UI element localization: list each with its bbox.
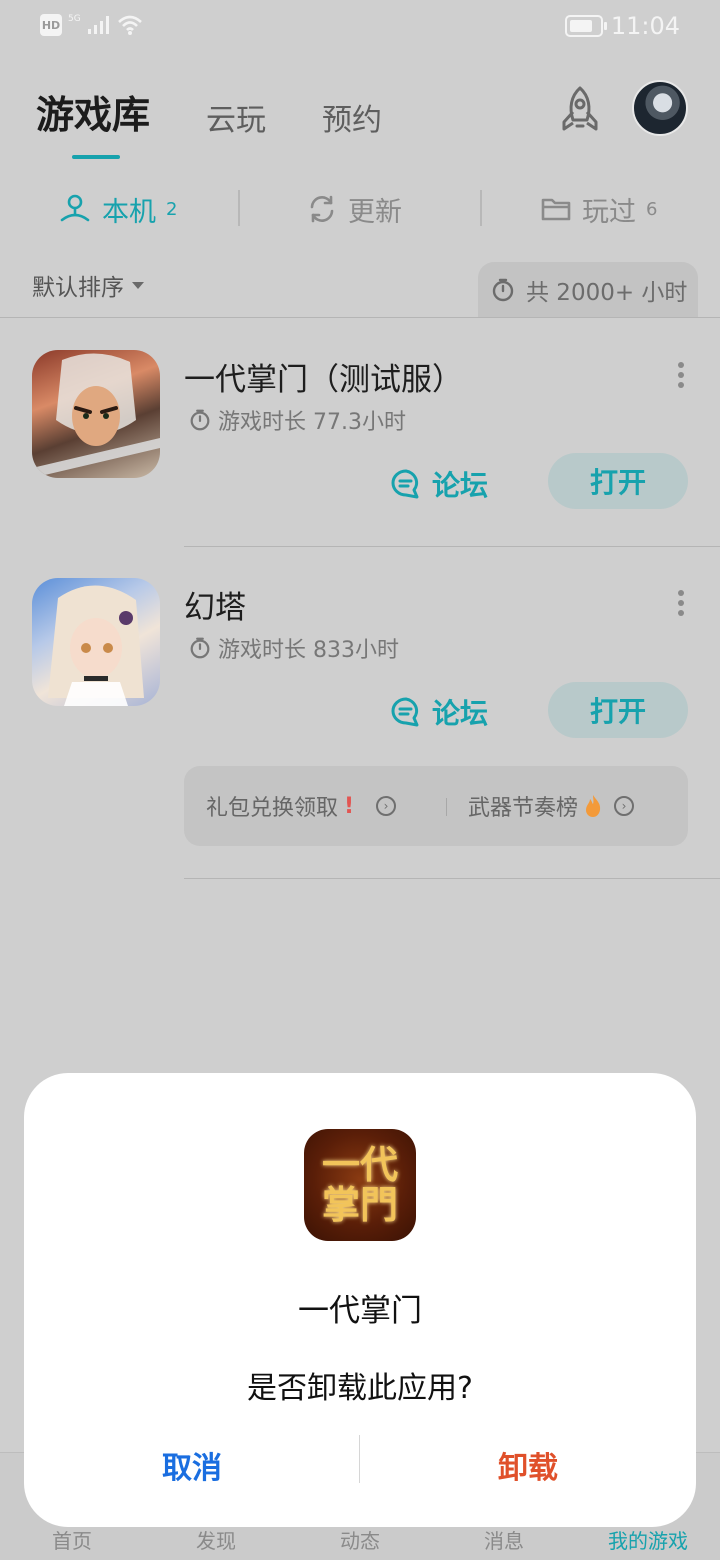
flame-icon — [586, 795, 601, 817]
promo-weapon-label: 武器节奏榜 — [468, 796, 579, 821]
divider — [238, 190, 240, 226]
promo-strip: 礼包兑换领取 ! › 武器节奏榜 › — [184, 766, 688, 846]
segment-played[interactable]: 玩过 6 — [540, 186, 657, 232]
chevron-right-icon: › — [376, 796, 397, 816]
nav-my-games[interactable]: 我的游戏 — [608, 1525, 688, 1554]
avatar[interactable] — [632, 80, 688, 136]
segment-played-count: 6 — [646, 198, 658, 220]
forum-label: 论坛 — [432, 697, 489, 730]
forum-label: 论坛 — [432, 469, 489, 502]
network-type: 5G — [68, 14, 81, 24]
dialog-message: 是否卸载此应用? — [247, 1371, 473, 1406]
game-icon-huanta[interactable] — [32, 578, 160, 706]
app-logo: 一代掌門 — [304, 1129, 416, 1241]
uninstall-button[interactable]: 卸载 — [360, 1435, 696, 1495]
divider — [184, 878, 720, 879]
timer-icon — [190, 637, 210, 659]
timer-icon — [492, 278, 514, 302]
status-right: 11:04 — [564, 12, 680, 40]
person-icon — [60, 194, 90, 222]
divider — [446, 798, 447, 816]
wifi-icon — [117, 15, 142, 35]
nav-messages[interactable]: 消息 — [484, 1525, 524, 1554]
status-time: 11:04 — [610, 12, 680, 40]
segment-update[interactable]: 更新 — [306, 186, 402, 232]
game-playtime: 游戏时长 77.3小时 — [188, 404, 406, 436]
forum-button[interactable]: 论坛 — [390, 692, 488, 732]
battery-icon — [564, 15, 607, 37]
promo-gift-label: 礼包兑换领取 — [206, 796, 339, 821]
segment-local[interactable]: 本机 2 — [58, 186, 177, 232]
nav-discover[interactable]: 发现 — [196, 1525, 236, 1554]
status-left: HD 5G — [40, 14, 143, 36]
tab-cloud-play[interactable]: 云玩 — [206, 95, 266, 139]
chat-bubble-icon — [391, 469, 419, 499]
tab-reservation[interactable]: 预约 — [322, 95, 382, 139]
nav-home[interactable]: 首页 — [52, 1525, 92, 1554]
refresh-icon — [310, 195, 334, 223]
open-button[interactable]: 打开 — [548, 682, 688, 738]
divider — [184, 546, 720, 547]
forum-button[interactable]: 论坛 — [390, 464, 488, 504]
total-playtime-label: 共 2000+ 小时 — [526, 280, 688, 306]
game-playtime-label: 游戏时长 77.3小时 — [218, 410, 406, 435]
game-art-icon — [32, 353, 160, 478]
game-title: 一代掌门（测试服） — [184, 362, 463, 398]
sort-dropdown[interactable]: 默认排序 — [32, 268, 144, 302]
sort-label: 默认排序 — [32, 275, 124, 301]
nav-feed[interactable]: 动态 — [340, 1525, 380, 1554]
timer-icon — [190, 409, 210, 431]
promo-gift-redeem[interactable]: 礼包兑换领取 ! › — [206, 790, 397, 822]
segment-local-count: 2 — [166, 198, 178, 220]
game-title: 幻塔 — [184, 590, 246, 626]
chat-bubble-icon — [391, 697, 419, 727]
hd-badge: HD — [40, 14, 62, 36]
exclamation-icon: ! — [344, 793, 355, 819]
top-tabs: 游戏库 云玩 预约 — [36, 84, 382, 159]
uninstall-dialog: 一代掌門 一代掌门 是否卸载此应用? 取消 卸载 — [24, 1073, 696, 1527]
promo-weapon-rank[interactable]: 武器节奏榜 › — [468, 790, 635, 822]
game-icon-yidai[interactable] — [32, 350, 160, 478]
signal-icon — [87, 16, 109, 34]
segment-local-label: 本机 — [102, 196, 156, 228]
open-button[interactable]: 打开 — [548, 453, 688, 509]
divider — [480, 190, 482, 226]
dialog-title: 一代掌门 — [298, 1293, 422, 1329]
game-playtime-label: 游戏时长 833小时 — [218, 638, 399, 663]
game-playtime: 游戏时长 833小时 — [188, 632, 399, 664]
folder-icon — [541, 198, 571, 221]
more-options-icon[interactable] — [677, 590, 685, 616]
status-bar: HD 5G 11:04 — [0, 0, 720, 56]
caret-down-icon — [132, 281, 144, 289]
more-options-icon[interactable] — [677, 362, 685, 388]
divider — [0, 317, 720, 318]
tab-game-library[interactable]: 游戏库 — [36, 84, 150, 159]
cancel-button[interactable]: 取消 — [24, 1435, 360, 1495]
segment-played-label: 玩过 — [582, 196, 636, 228]
rocket-icon[interactable] — [553, 84, 607, 138]
game-art-icon — [48, 585, 144, 706]
app-logo-text: 一代掌門 — [321, 1142, 398, 1227]
segment-update-label: 更新 — [348, 196, 402, 228]
total-playtime: 共 2000+ 小时 — [478, 262, 698, 318]
chevron-right-icon: › — [614, 796, 635, 816]
